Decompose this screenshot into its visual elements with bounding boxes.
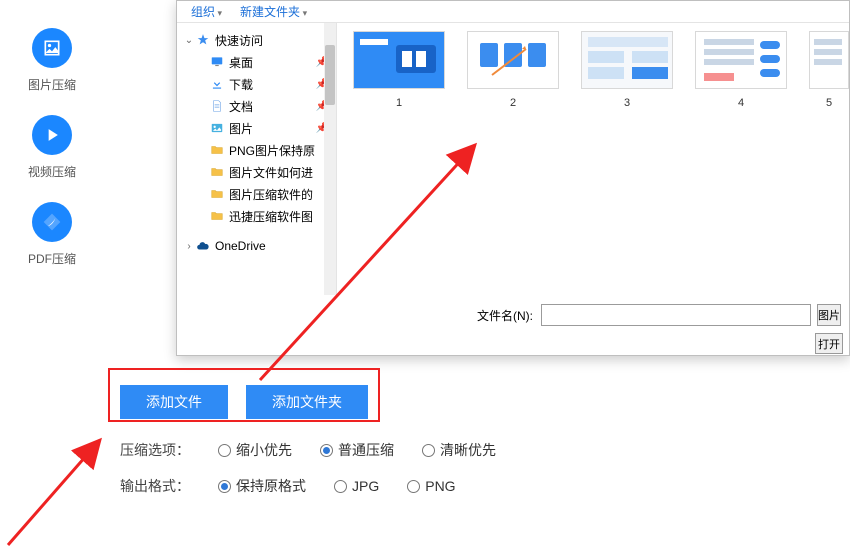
radio-keep-format[interactable]: 保持原格式 <box>218 476 306 496</box>
format-label: 输出格式： <box>120 476 190 496</box>
thumb-caption: 5 <box>826 97 832 109</box>
radio-png[interactable]: PNG <box>407 478 455 494</box>
tree-folder[interactable]: 图片压缩软件的 <box>183 183 332 205</box>
sidebar-item-label: 图片压缩 <box>28 76 76 93</box>
pdf-icon <box>32 202 72 242</box>
toolbar-organize[interactable]: 组织 <box>191 3 222 20</box>
tree-quick-access[interactable]: ⌄ 快速访问 <box>183 29 332 51</box>
tree-documents[interactable]: 文档 📌 <box>183 95 332 117</box>
compress-options: 压缩选项： 缩小优先 普通压缩 清晰优先 <box>120 440 496 460</box>
nav-tree: ⌄ 快速访问 桌面 📌 下载 📌 文档 📌 <box>177 23 337 295</box>
tree-onedrive[interactable]: › OneDrive <box>183 235 332 257</box>
file-grid: 1 2 3 4 5 <box>337 23 849 295</box>
thumb-caption: 2 <box>510 97 516 109</box>
tree-folder[interactable]: 迅捷压缩软件图 <box>183 205 332 227</box>
radio-jpg[interactable]: JPG <box>334 478 379 494</box>
folder-icon <box>209 208 225 224</box>
tree-pictures[interactable]: 图片 📌 <box>183 117 332 139</box>
document-icon <box>209 98 225 114</box>
filename-input[interactable] <box>541 304 811 326</box>
picture-icon <box>209 120 225 136</box>
tree-folder[interactable]: 图片文件如何进 <box>183 161 332 183</box>
sidebar-item-image-compress[interactable]: 图片压缩 <box>0 28 104 93</box>
tree-folder[interactable]: PNG图片保持原 <box>183 139 332 161</box>
file-thumb[interactable]: 1 <box>353 31 445 295</box>
compress-label: 压缩选项： <box>120 440 190 460</box>
image-icon <box>32 28 72 68</box>
play-icon <box>32 115 72 155</box>
sidebar-item-label: 视频压缩 <box>28 163 76 180</box>
add-folder-button[interactable]: 添加文件夹 <box>246 385 368 419</box>
file-thumb[interactable]: 2 <box>467 31 559 295</box>
tree-downloads[interactable]: 下载 📌 <box>183 73 332 95</box>
file-thumb[interactable]: 3 <box>581 31 673 295</box>
folder-icon <box>209 186 225 202</box>
file-thumb[interactable]: 4 <box>695 31 787 295</box>
nav-scrollbar[interactable] <box>324 23 336 295</box>
folder-icon <box>209 164 225 180</box>
download-icon <box>209 76 225 92</box>
add-buttons-row: 添加文件 添加文件夹 <box>120 385 368 419</box>
monitor-icon <box>209 54 225 70</box>
tree-desktop[interactable]: 桌面 📌 <box>183 51 332 73</box>
file-open-dialog: 组织 新建文件夹 ⌄ 快速访问 桌面 📌 下载 📌 <box>176 0 850 356</box>
thumb-caption: 4 <box>738 97 744 109</box>
open-button[interactable]: 打开 <box>815 333 843 354</box>
radio-clear-first[interactable]: 清晰优先 <box>422 440 496 460</box>
sidebar-item-label: PDF压缩 <box>28 250 76 267</box>
thumb-caption: 3 <box>624 97 630 109</box>
sidebar-item-pdf-compress[interactable]: PDF压缩 <box>0 202 104 267</box>
filename-label: 文件名(N): <box>477 307 533 324</box>
file-type-button[interactable]: 图片 <box>817 304 841 326</box>
add-file-button[interactable]: 添加文件 <box>120 385 228 419</box>
folder-icon <box>209 142 225 158</box>
left-sidebar: 图片压缩 视频压缩 PDF压缩 <box>0 0 104 551</box>
radio-normal-compress[interactable]: 普通压缩 <box>320 440 394 460</box>
thumb-caption: 1 <box>396 97 402 109</box>
dialog-toolbar: 组织 新建文件夹 <box>177 1 849 23</box>
filename-row: 文件名(N): 图片 <box>177 301 849 329</box>
radio-shrink-first[interactable]: 缩小优先 <box>218 440 292 460</box>
file-thumb[interactable]: 5 <box>809 31 849 295</box>
star-icon <box>195 32 211 48</box>
sidebar-item-video-compress[interactable]: 视频压缩 <box>0 115 104 180</box>
cloud-icon <box>195 238 211 254</box>
format-options: 输出格式： 保持原格式 JPG PNG <box>120 476 456 496</box>
toolbar-new-folder[interactable]: 新建文件夹 <box>240 3 307 20</box>
